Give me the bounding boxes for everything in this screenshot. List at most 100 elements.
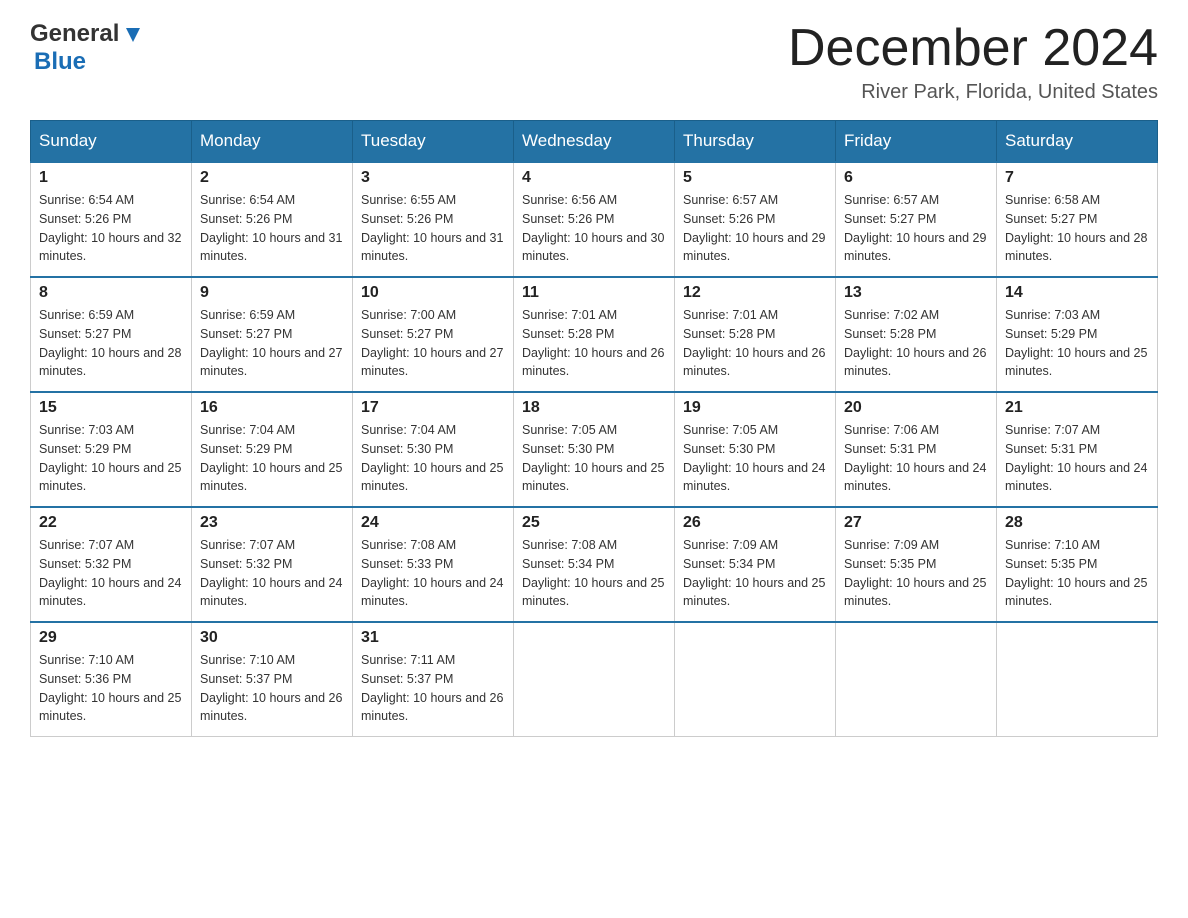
day-info: Sunrise: 6:54 AMSunset: 5:26 PMDaylight:… [200,191,344,266]
calendar-cell: 9 Sunrise: 6:59 AMSunset: 5:27 PMDaylight… [192,277,353,392]
day-number: 15 [39,399,183,417]
calendar-header-row: SundayMondayTuesdayWednesdayThursdayFrid… [31,121,1158,163]
day-number: 12 [683,284,827,302]
day-info: Sunrise: 7:08 AMSunset: 5:33 PMDaylight:… [361,536,505,611]
day-info: Sunrise: 7:04 AMSunset: 5:29 PMDaylight:… [200,421,344,496]
calendar-week-row: 15 Sunrise: 7:03 AMSunset: 5:29 PMDayligh… [31,392,1158,507]
calendar-cell: 2 Sunrise: 6:54 AMSunset: 5:26 PMDaylight… [192,162,353,277]
calendar-cell [997,622,1158,737]
calendar-cell: 21Sunrise: 7:07 AMSunset: 5:31 PMDayligh… [997,392,1158,507]
day-info: Sunrise: 7:03 AMSunset: 5:29 PMDaylight:… [1005,306,1149,381]
weekday-header-sunday: Sunday [31,121,192,163]
day-number: 29 [39,629,183,647]
day-info: Sunrise: 7:06 AMSunset: 5:31 PMDaylight:… [844,421,988,496]
day-info: Sunrise: 7:02 AMSunset: 5:28 PMDaylight:… [844,306,988,381]
calendar-cell: 13Sunrise: 7:02 AMSunset: 5:28 PMDayligh… [836,277,997,392]
calendar-cell: 16 Sunrise: 7:04 AMSunset: 5:29 PMDayligh… [192,392,353,507]
calendar-cell: 11Sunrise: 7:01 AMSunset: 5:28 PMDayligh… [514,277,675,392]
day-number: 16 [200,399,344,417]
day-info: Sunrise: 7:03 AMSunset: 5:29 PMDaylight:… [39,421,183,496]
calendar-cell [675,622,836,737]
day-info: Sunrise: 6:59 AMSunset: 5:27 PMDaylight:… [39,306,183,381]
day-info: Sunrise: 6:59 AMSunset: 5:27 PMDaylight:… [200,306,344,381]
day-info: Sunrise: 7:07 AMSunset: 5:32 PMDaylight:… [39,536,183,611]
day-info: Sunrise: 7:04 AMSunset: 5:30 PMDaylight:… [361,421,505,496]
day-info: Sunrise: 6:57 AMSunset: 5:27 PMDaylight:… [844,191,988,266]
calendar-week-row: 1 Sunrise: 6:54 AMSunset: 5:26 PMDaylight… [31,162,1158,277]
day-number: 20 [844,399,988,417]
calendar-cell: 30 Sunrise: 7:10 AMSunset: 5:37 PMDayligh… [192,622,353,737]
calendar-cell: 5 Sunrise: 6:57 AMSunset: 5:26 PMDaylight… [675,162,836,277]
title-block: December 2024 River Park, Florida, Unite… [788,20,1158,104]
weekday-header-tuesday: Tuesday [353,121,514,163]
day-number: 31 [361,629,505,647]
calendar-cell: 10Sunrise: 7:00 AMSunset: 5:27 PMDayligh… [353,277,514,392]
logo-text-blue: Blue [34,48,86,76]
day-number: 27 [844,514,988,532]
weekday-header-friday: Friday [836,121,997,163]
location-subtitle: River Park, Florida, United States [788,81,1158,104]
day-info: Sunrise: 7:10 AMSunset: 5:37 PMDaylight:… [200,651,344,726]
calendar-cell: 24 Sunrise: 7:08 AMSunset: 5:33 PMDayligh… [353,507,514,622]
calendar-cell: 12 Sunrise: 7:01 AMSunset: 5:28 PMDayligh… [675,277,836,392]
day-info: Sunrise: 7:07 AMSunset: 5:31 PMDaylight:… [1005,421,1149,496]
calendar-cell: 4Sunrise: 6:56 AMSunset: 5:26 PMDaylight… [514,162,675,277]
calendar-cell: 6 Sunrise: 6:57 AMSunset: 5:27 PMDaylight… [836,162,997,277]
calendar-cell: 3 Sunrise: 6:55 AMSunset: 5:26 PMDaylight… [353,162,514,277]
calendar-cell: 26 Sunrise: 7:09 AMSunset: 5:34 PMDayligh… [675,507,836,622]
day-info: Sunrise: 6:54 AMSunset: 5:26 PMDaylight:… [39,191,183,266]
day-number: 6 [844,169,988,187]
day-number: 11 [522,284,666,302]
day-number: 23 [200,514,344,532]
month-title: December 2024 [788,20,1158,77]
logo-text-general: General [30,20,119,48]
day-number: 26 [683,514,827,532]
calendar-cell: 20 Sunrise: 7:06 AMSunset: 5:31 PMDayligh… [836,392,997,507]
calendar-cell: 29 Sunrise: 7:10 AMSunset: 5:36 PMDayligh… [31,622,192,737]
logo: General Blue [30,20,144,76]
day-number: 28 [1005,514,1149,532]
day-number: 14 [1005,284,1149,302]
day-number: 19 [683,399,827,417]
day-info: Sunrise: 7:10 AMSunset: 5:36 PMDaylight:… [39,651,183,726]
calendar-cell: 7Sunrise: 6:58 AMSunset: 5:27 PMDaylight… [997,162,1158,277]
weekday-header-monday: Monday [192,121,353,163]
day-number: 4 [522,169,666,187]
calendar-cell: 18Sunrise: 7:05 AMSunset: 5:30 PMDayligh… [514,392,675,507]
day-info: Sunrise: 6:57 AMSunset: 5:26 PMDaylight:… [683,191,827,266]
weekday-header-thursday: Thursday [675,121,836,163]
day-number: 30 [200,629,344,647]
weekday-header-wednesday: Wednesday [514,121,675,163]
day-number: 17 [361,399,505,417]
day-info: Sunrise: 7:07 AMSunset: 5:32 PMDaylight:… [200,536,344,611]
calendar-cell [514,622,675,737]
day-info: Sunrise: 7:08 AMSunset: 5:34 PMDaylight:… [522,536,666,611]
calendar-cell [836,622,997,737]
calendar-cell: 15 Sunrise: 7:03 AMSunset: 5:29 PMDayligh… [31,392,192,507]
calendar-cell: 28Sunrise: 7:10 AMSunset: 5:35 PMDayligh… [997,507,1158,622]
calendar-cell: 19Sunrise: 7:05 AMSunset: 5:30 PMDayligh… [675,392,836,507]
day-number: 8 [39,284,183,302]
day-number: 3 [361,169,505,187]
calendar-cell: 1 Sunrise: 6:54 AMSunset: 5:26 PMDaylight… [31,162,192,277]
day-info: Sunrise: 7:09 AMSunset: 5:34 PMDaylight:… [683,536,827,611]
calendar-table: SundayMondayTuesdayWednesdayThursdayFrid… [30,120,1158,737]
day-number: 10 [361,284,505,302]
logo-chevron-icon [122,24,144,46]
calendar-cell: 8 Sunrise: 6:59 AMSunset: 5:27 PMDaylight… [31,277,192,392]
day-info: Sunrise: 7:11 AMSunset: 5:37 PMDaylight:… [361,651,505,726]
day-number: 24 [361,514,505,532]
day-number: 22 [39,514,183,532]
page-header: General Blue December 2024 River Park, F… [30,20,1158,104]
day-info: Sunrise: 7:01 AMSunset: 5:28 PMDaylight:… [683,306,827,381]
day-number: 9 [200,284,344,302]
day-number: 25 [522,514,666,532]
calendar-cell: 14 Sunrise: 7:03 AMSunset: 5:29 PMDayligh… [997,277,1158,392]
day-number: 5 [683,169,827,187]
calendar-week-row: 8 Sunrise: 6:59 AMSunset: 5:27 PMDaylight… [31,277,1158,392]
day-info: Sunrise: 7:05 AMSunset: 5:30 PMDaylight:… [522,421,666,496]
day-info: Sunrise: 6:55 AMSunset: 5:26 PMDaylight:… [361,191,505,266]
calendar-week-row: 29 Sunrise: 7:10 AMSunset: 5:36 PMDayligh… [31,622,1158,737]
day-number: 1 [39,169,183,187]
day-number: 2 [200,169,344,187]
